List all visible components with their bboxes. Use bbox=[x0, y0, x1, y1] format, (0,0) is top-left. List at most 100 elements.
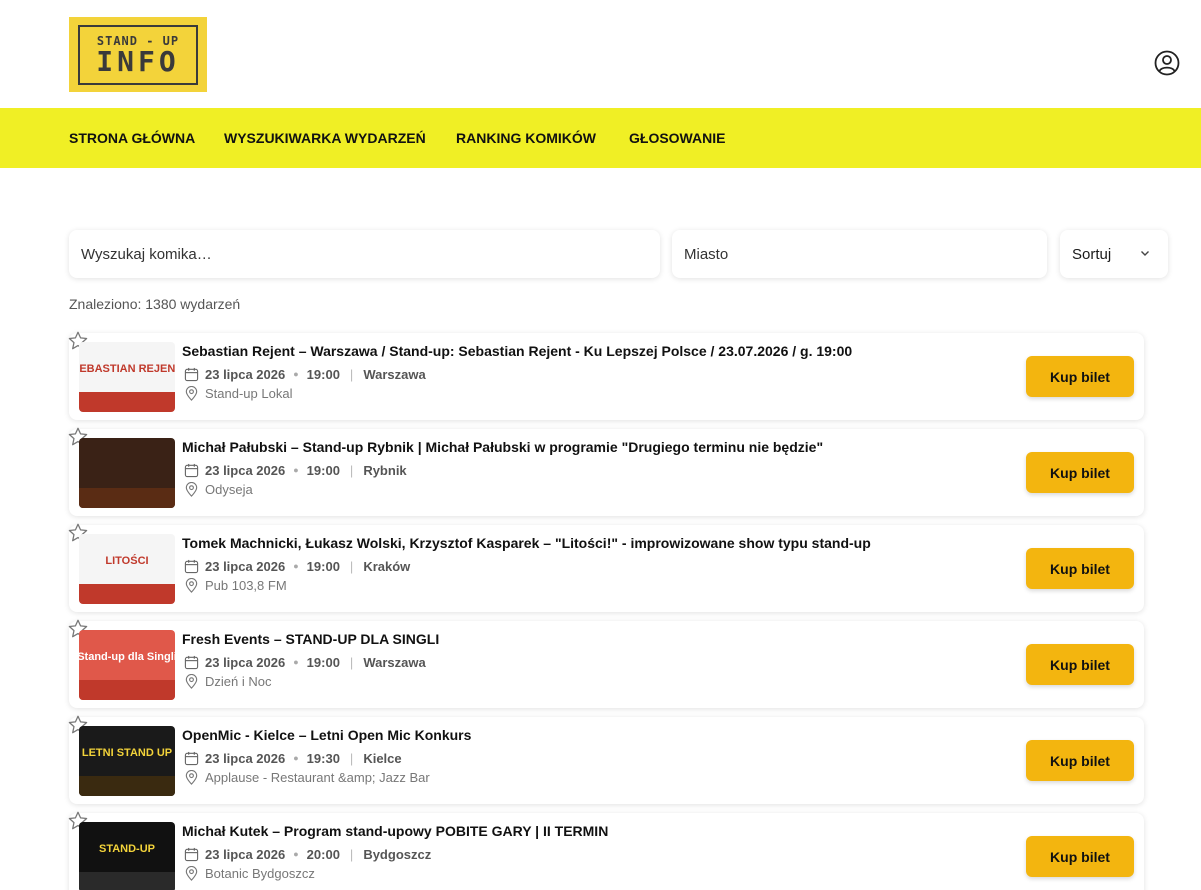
event-poster-image: LETNI STAND UP bbox=[79, 726, 175, 796]
event-title[interactable]: Michał Kutek – Program stand-upowy POBIT… bbox=[182, 823, 608, 839]
main-nav: STRONA GŁÓWNA WYSZUKIWARKA WYDARZEŃ RANK… bbox=[0, 108, 1201, 168]
event-time: 20:00 bbox=[306, 846, 340, 862]
event-date: 23 lipca 2026 bbox=[205, 846, 286, 862]
buy-ticket-button[interactable]: Kup bilet bbox=[1026, 836, 1134, 877]
meta-dot: ● bbox=[293, 561, 299, 571]
event-time: 19:00 bbox=[306, 462, 340, 478]
poster-text: LITOŚCI bbox=[105, 554, 148, 567]
event-venue: Dzień i Noc bbox=[184, 674, 271, 689]
logo-frame: STAND - UP INFO bbox=[78, 24, 198, 85]
city-input[interactable] bbox=[672, 230, 1047, 278]
comedian-search-input[interactable] bbox=[69, 230, 660, 278]
location-pin-icon bbox=[185, 386, 198, 401]
results-count: Znaleziono: 1380 wydarzeń bbox=[69, 296, 241, 312]
event-poster-image bbox=[79, 438, 175, 508]
meta-dot: ● bbox=[293, 465, 299, 475]
meta-dot: ● bbox=[293, 657, 299, 667]
event-poster-image: STAND-UP bbox=[79, 822, 175, 890]
event-thumbnail[interactable] bbox=[79, 438, 175, 508]
event-city: Warszawa bbox=[363, 366, 426, 382]
event-city: Bydgoszcz bbox=[363, 846, 432, 862]
poster-text: STAND-UP bbox=[99, 843, 155, 855]
event-venue: Botanic Bydgoszcz bbox=[184, 866, 315, 881]
event-card: Stand-up dla Singli Fresh Events – STAND… bbox=[68, 619, 1144, 708]
event-meta: 23 lipca 2026 ● 19:00 | Kraków bbox=[184, 557, 410, 575]
event-venue: Odyseja bbox=[184, 482, 253, 497]
buy-ticket-button[interactable]: Kup bilet bbox=[1026, 644, 1134, 685]
event-venue: Applause - Restaurant &amp; Jazz Bar bbox=[184, 770, 430, 785]
event-thumbnail[interactable]: LITOŚCI bbox=[79, 534, 175, 604]
event-date: 23 lipca 2026 bbox=[205, 558, 286, 574]
event-thumbnail[interactable]: LETNI STAND UP bbox=[79, 726, 175, 796]
sort-label: Sortuj bbox=[1072, 245, 1112, 263]
event-city: Warszawa bbox=[363, 654, 426, 670]
event-meta: 23 lipca 2026 ● 20:00 | Bydgoszcz bbox=[184, 845, 431, 863]
event-meta: 23 lipca 2026 ● 19:30 | Kielce bbox=[184, 749, 402, 767]
meta-separator: | bbox=[349, 558, 354, 574]
event-title[interactable]: Michał Pałubski – Stand-up Rybnik | Mich… bbox=[182, 439, 823, 455]
event-title[interactable]: Tomek Machnicki, Łukasz Wolski, Krzyszto… bbox=[182, 535, 871, 551]
event-time: 19:00 bbox=[306, 366, 340, 382]
nav-event-search[interactable]: WYSZUKIWARKA WYDARZEŃ bbox=[224, 108, 426, 168]
event-city: Kraków bbox=[363, 558, 411, 574]
meta-separator: | bbox=[349, 654, 354, 670]
event-time: 19:00 bbox=[306, 654, 340, 670]
calendar-icon bbox=[184, 559, 199, 573]
event-thumbnail[interactable]: SEBASTIAN REJENT bbox=[79, 342, 175, 412]
event-poster-image: LITOŚCI bbox=[79, 534, 175, 604]
meta-dot: ● bbox=[293, 753, 299, 763]
event-title[interactable]: Sebastian Rejent – Warszawa / Stand-up: … bbox=[182, 343, 852, 359]
event-thumbnail[interactable]: STAND-UP bbox=[79, 822, 175, 890]
site-header: STAND - UP INFO bbox=[0, 0, 1201, 108]
sort-select[interactable]: Sortuj bbox=[1060, 230, 1168, 278]
event-meta: 23 lipca 2026 ● 19:00 | Warszawa bbox=[184, 653, 426, 671]
event-card: Michał Pałubski – Stand-up Rybnik | Mich… bbox=[68, 427, 1144, 516]
meta-dot: ● bbox=[293, 849, 299, 859]
event-meta: 23 lipca 2026 ● 19:00 | Rybnik bbox=[184, 461, 407, 479]
event-venue: Pub 103,8 FM bbox=[184, 578, 287, 593]
event-time: 19:00 bbox=[306, 558, 340, 574]
location-pin-icon bbox=[185, 578, 198, 593]
event-date: 23 lipca 2026 bbox=[205, 366, 286, 382]
event-card: LETNI STAND UP OpenMic - Kielce – Letni … bbox=[68, 715, 1144, 804]
event-time: 19:30 bbox=[306, 750, 340, 766]
poster-text: LETNI STAND UP bbox=[82, 747, 172, 759]
event-poster-image: SEBASTIAN REJENT bbox=[79, 342, 175, 412]
event-title[interactable]: Fresh Events – STAND-UP DLA SINGLI bbox=[182, 631, 439, 647]
buy-ticket-button[interactable]: Kup bilet bbox=[1026, 356, 1134, 397]
event-venue-name: Stand-up Lokal bbox=[205, 386, 293, 401]
user-account-icon[interactable] bbox=[1154, 50, 1180, 76]
event-date: 23 lipca 2026 bbox=[205, 462, 286, 478]
event-thumbnail[interactable]: Stand-up dla Singli bbox=[79, 630, 175, 700]
meta-dot: ● bbox=[293, 369, 299, 379]
meta-separator: | bbox=[349, 462, 354, 478]
event-card: SEBASTIAN REJENT Sebastian Rejent – Wars… bbox=[68, 331, 1144, 420]
buy-ticket-button[interactable]: Kup bilet bbox=[1026, 548, 1134, 589]
logo-bottom-text: INFO bbox=[96, 44, 180, 78]
event-card: LITOŚCI Tomek Machnicki, Łukasz Wolski, … bbox=[68, 523, 1144, 612]
event-venue-name: Odyseja bbox=[205, 482, 253, 497]
poster-text: SEBASTIAN REJENT bbox=[79, 363, 175, 375]
event-meta: 23 lipca 2026 ● 19:00 | Warszawa bbox=[184, 365, 426, 383]
event-venue-name: Pub 103,8 FM bbox=[205, 578, 287, 593]
nav-home[interactable]: STRONA GŁÓWNA bbox=[69, 108, 195, 168]
location-pin-icon bbox=[185, 674, 198, 689]
event-city: Rybnik bbox=[363, 462, 407, 478]
calendar-icon bbox=[184, 367, 199, 381]
event-venue: Stand-up Lokal bbox=[184, 386, 292, 401]
nav-voting[interactable]: GŁOSOWANIE bbox=[629, 108, 725, 168]
event-title[interactable]: OpenMic - Kielce – Letni Open Mic Konkur… bbox=[182, 727, 471, 743]
buy-ticket-button[interactable]: Kup bilet bbox=[1026, 452, 1134, 493]
poster-text: Stand-up dla Singli bbox=[79, 651, 175, 663]
nav-comedian-ranking[interactable]: RANKING KOMIKÓW bbox=[456, 108, 596, 168]
event-venue-name: Dzień i Noc bbox=[205, 674, 272, 689]
event-poster-image: Stand-up dla Singli bbox=[79, 630, 175, 700]
event-card: STAND-UP Michał Kutek – Program stand-up… bbox=[68, 811, 1144, 890]
buy-ticket-button[interactable]: Kup bilet bbox=[1026, 740, 1134, 781]
meta-separator: | bbox=[349, 366, 354, 382]
calendar-icon bbox=[184, 655, 199, 669]
location-pin-icon bbox=[185, 482, 198, 497]
site-logo[interactable]: STAND - UP INFO bbox=[69, 17, 207, 92]
event-city: Kielce bbox=[363, 750, 402, 766]
chevron-down-icon bbox=[1141, 251, 1149, 256]
